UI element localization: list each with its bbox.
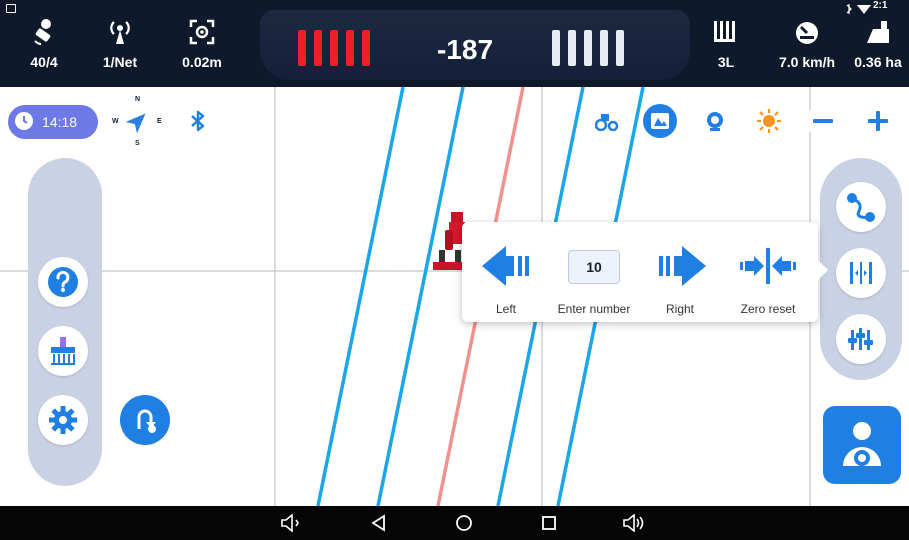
- accuracy-value: 0.02m: [182, 54, 222, 70]
- speedometer-icon: [772, 14, 842, 50]
- sections-icon: [696, 14, 756, 50]
- bluetooth-icon: [191, 110, 205, 132]
- autosteer-engage-button[interactable]: [823, 406, 901, 484]
- network-value: 1/Net: [102, 54, 138, 70]
- lightbar-right-white: [552, 30, 624, 66]
- shift-line-button[interactable]: [836, 248, 886, 298]
- zoom-out-icon: [813, 119, 833, 123]
- settings-button[interactable]: [38, 395, 88, 445]
- shift-left-label: Left: [495, 302, 516, 316]
- shift-right-button[interactable]: Right: [648, 222, 712, 322]
- shift-line-icon: [850, 262, 872, 284]
- brightness-button[interactable]: [752, 104, 786, 138]
- volume-down-icon: [281, 514, 299, 532]
- ab-line-button[interactable]: [836, 182, 886, 232]
- precision-icon: [172, 14, 232, 50]
- implement-icon: [51, 337, 75, 365]
- shift-amount-cell: 10 Enter number: [550, 222, 638, 322]
- u-turn-button[interactable]: [120, 395, 170, 445]
- satellite-status: 40/4: [14, 14, 74, 70]
- area-value: 0.36 ha: [854, 54, 902, 70]
- network-status: 1/Net: [90, 14, 150, 70]
- gear-icon: [49, 406, 77, 434]
- speed-status: 7.0 km/h: [772, 14, 842, 70]
- compass-east: E: [157, 118, 162, 125]
- area-status: 0.36 ha: [848, 14, 908, 70]
- recents-button[interactable]: [537, 512, 561, 534]
- work-time-badge[interactable]: 14:18: [8, 105, 98, 139]
- shift-left-button[interactable]: Left: [474, 222, 538, 322]
- system-navbar: [0, 506, 909, 540]
- satellite-count: 40/4: [30, 54, 58, 70]
- shift-right-label: Right: [665, 302, 694, 316]
- volume-up-icon: [623, 514, 644, 532]
- notification-icon: [6, 4, 16, 13]
- brightness-icon: [757, 109, 781, 133]
- compass-north: N: [135, 96, 141, 103]
- zoom-out-button[interactable]: [806, 104, 840, 138]
- driver-icon: [843, 422, 881, 466]
- recents-icon: [542, 516, 556, 530]
- lightbar-left-red: [298, 30, 370, 66]
- section-value: 3L: [717, 54, 735, 70]
- u-turn-icon: [137, 409, 156, 433]
- shift-line-popup: Left 10 Enter number Right Zero reset: [462, 222, 828, 322]
- zoom-in-button[interactable]: [861, 104, 895, 138]
- camera-icon: [707, 112, 723, 131]
- volume-down-button[interactable]: [279, 512, 303, 534]
- home-icon: [456, 515, 472, 531]
- status-bar: 40/4 1/Net 0.02m -187 3L 7.0 km/h 0.36 h…: [0, 0, 909, 87]
- work-time-value: 14:18: [42, 114, 78, 130]
- tractor-settings-button[interactable]: [590, 104, 624, 138]
- bluetooth-button[interactable]: [181, 104, 215, 138]
- arrow-left-icon: [482, 246, 529, 286]
- adjust-icon: [848, 328, 873, 350]
- ab-line-icon: [847, 193, 875, 222]
- bluetooth-wifi-icon: [845, 2, 873, 20]
- zoom-in-icon: [868, 111, 888, 131]
- tractor-icon: [595, 114, 619, 131]
- zero-reset-label: Zero reset: [740, 302, 796, 316]
- popup-pointer: [818, 260, 828, 280]
- speed-value: 7.0 km/h: [778, 54, 836, 70]
- clock-icon: [14, 111, 34, 134]
- implement-button[interactable]: [38, 326, 88, 376]
- shift-amount-input[interactable]: 10: [568, 250, 620, 284]
- zero-reset-icon: [740, 248, 796, 284]
- antenna-icon: [90, 14, 150, 50]
- help-button[interactable]: [38, 257, 88, 307]
- back-button[interactable]: [367, 512, 391, 534]
- compass-west: W: [112, 118, 119, 125]
- satellite-icon: [14, 14, 74, 50]
- compass-south: S: [135, 140, 140, 147]
- camera-button[interactable]: [698, 104, 732, 138]
- cross-track-deviation: -187: [436, 34, 494, 65]
- accuracy-status: 0.02m: [172, 14, 232, 70]
- home-button[interactable]: [452, 512, 476, 534]
- help-icon: [48, 267, 78, 297]
- back-icon: [371, 514, 385, 532]
- adjust-button[interactable]: [836, 314, 886, 364]
- enter-number-label: Enter number: [557, 302, 631, 316]
- section-status: 3L: [696, 14, 756, 70]
- map-view-icon: [651, 113, 669, 129]
- map-view-button[interactable]: [643, 104, 677, 138]
- arrow-right-icon: [659, 246, 706, 286]
- zero-reset-button[interactable]: Zero reset: [732, 222, 804, 322]
- system-clock: 2:1: [873, 0, 888, 11]
- compass[interactable]: N E S W: [110, 96, 164, 148]
- volume-up-button[interactable]: [622, 512, 646, 534]
